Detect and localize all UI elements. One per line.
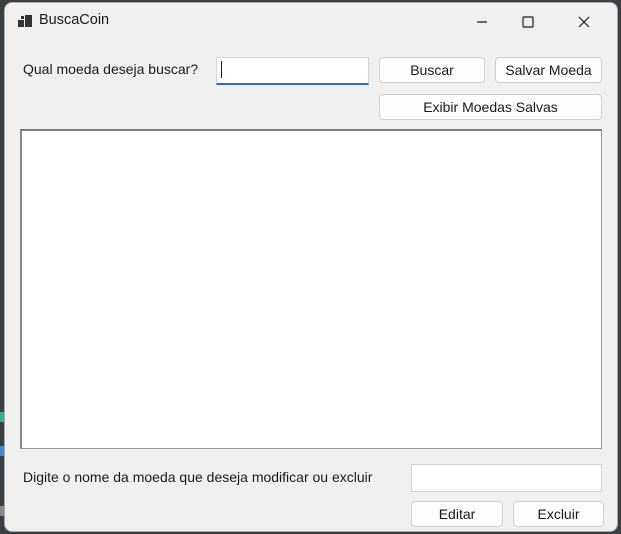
results-list[interactable] [20, 129, 602, 449]
app-icon [17, 13, 33, 29]
close-icon [578, 16, 590, 28]
app-window: BuscaCoin Qual moeda deseja buscar? Busc… [4, 2, 618, 532]
maximize-icon [522, 16, 534, 28]
close-button[interactable] [561, 3, 607, 41]
maximize-button[interactable] [505, 3, 551, 41]
text-caret [221, 61, 222, 78]
show-saved-coins-button[interactable]: Exibir Moedas Salvas [379, 94, 602, 120]
search-button[interactable]: Buscar [379, 57, 485, 83]
edit-button[interactable]: Editar [411, 501, 503, 527]
delete-button[interactable]: Excluir [513, 501, 604, 527]
search-input[interactable] [216, 57, 369, 85]
modify-input[interactable] [411, 464, 602, 492]
minimize-button[interactable] [459, 3, 505, 41]
modify-label: Digite o nome da moeda que deseja modifi… [23, 469, 373, 485]
window-title: BuscaCoin [39, 12, 110, 28]
minimize-icon [477, 21, 487, 23]
search-label: Qual moeda deseja buscar? [23, 61, 199, 77]
title-bar: BuscaCoin [5, 3, 617, 41]
save-coin-button[interactable]: Salvar Moeda [495, 57, 602, 83]
